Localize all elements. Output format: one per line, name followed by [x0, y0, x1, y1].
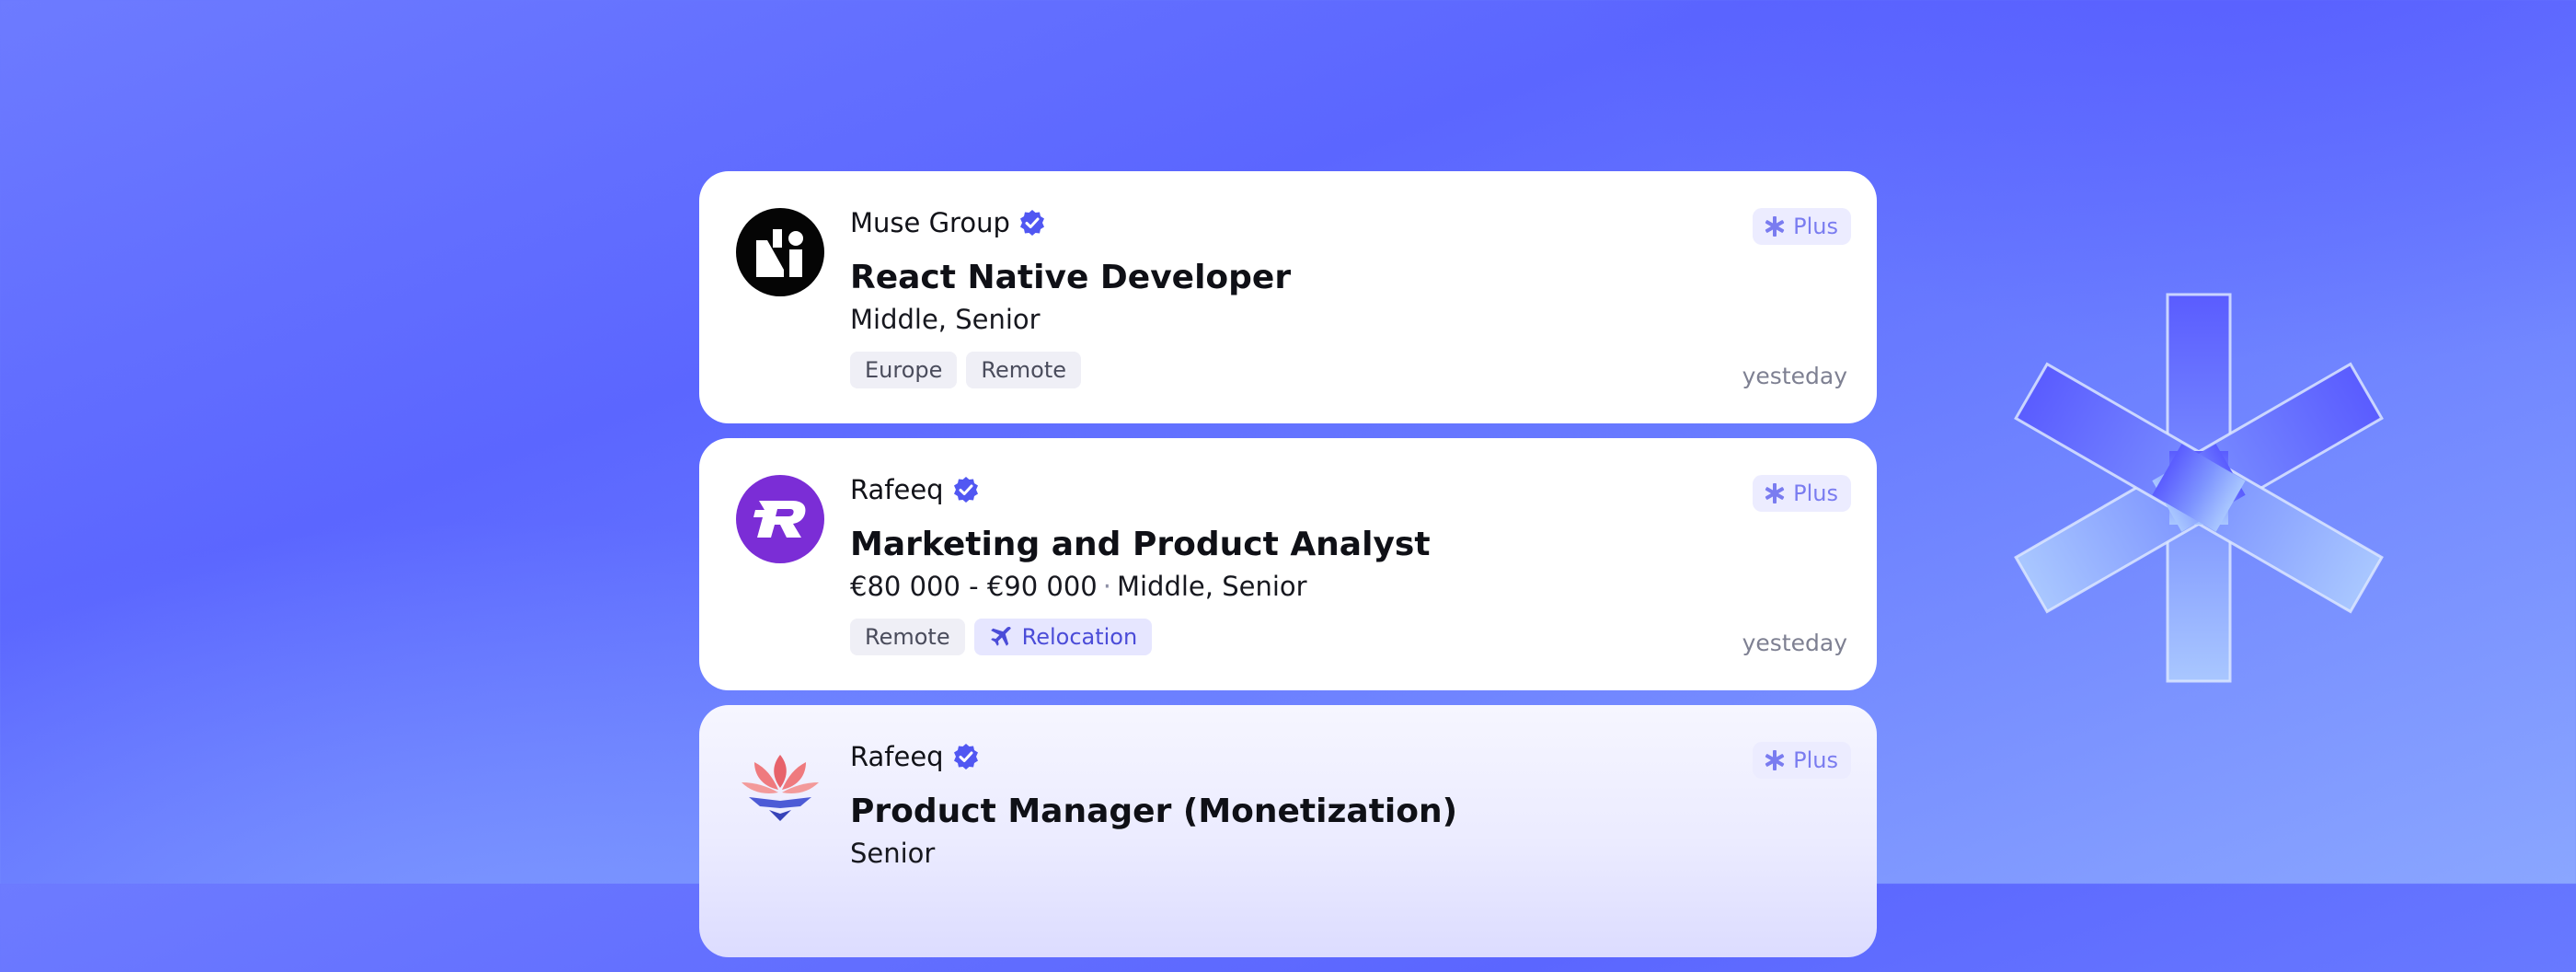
company-name[interactable]: Muse Group: [850, 209, 1010, 237]
relocation-tag-label: Relocation: [1021, 624, 1138, 650]
job-meta: Middle, Senior: [850, 304, 1041, 335]
job-card[interactable]: Rafeeq Product Manager (Monetization) Se…: [699, 705, 1877, 957]
tag: Remote: [966, 352, 1082, 388]
plus-star-icon: [1765, 483, 1785, 503]
job-meta: Senior: [850, 839, 935, 869]
lotus-logo: [736, 742, 824, 830]
plus-badge-label: Plus: [1793, 480, 1838, 506]
plus-star-icon: [1765, 750, 1785, 770]
company-row: Rafeeq: [850, 475, 981, 504]
plus-badge: Plus: [1753, 208, 1851, 245]
tag: Europe: [850, 352, 958, 388]
plus-badge: Plus: [1753, 475, 1851, 512]
job-card[interactable]: Muse Group React Native Developer Middle…: [699, 171, 1877, 423]
company-name[interactable]: Rafeeq: [850, 743, 944, 770]
posted-date: yesteday: [1742, 363, 1847, 389]
job-title[interactable]: Marketing and Product Analyst: [850, 526, 1431, 563]
rafeeq-logo: [736, 475, 824, 563]
relocation-tag: Relocation: [973, 619, 1153, 655]
job-levels: Middle, Senior: [850, 304, 1041, 335]
muse-group-logo: [736, 208, 824, 296]
job-levels: Senior: [850, 838, 936, 869]
asterisk-decoration-icon: [2014, 293, 2384, 683]
tag-list: Europe Remote: [850, 352, 1082, 388]
verified-badge-icon: [1019, 210, 1044, 236]
verified-badge-icon: [953, 744, 978, 770]
company-row: Muse Group: [850, 208, 1047, 237]
job-title[interactable]: Product Manager (Monetization): [850, 793, 1457, 830]
company-name[interactable]: Rafeeq: [850, 476, 944, 503]
meta-separator: ·: [1102, 571, 1111, 602]
plus-badge-label: Plus: [1793, 214, 1838, 239]
job-feed: Muse Group React Native Developer Middle…: [699, 171, 1877, 972]
plane-icon: [990, 627, 1011, 646]
plus-star-icon: [1765, 216, 1785, 237]
tag-list: Remote Relocation: [850, 619, 1153, 655]
job-meta: €80 000 - €90 000 · Middle, Senior: [850, 571, 1307, 602]
job-title[interactable]: React Native Developer: [850, 260, 1291, 296]
verified-badge-icon: [953, 477, 978, 503]
job-levels: Middle, Senior: [1116, 571, 1307, 602]
job-card[interactable]: Rafeeq Marketing and Product Analyst €80…: [699, 438, 1877, 690]
job-salary: €80 000 - €90 000: [850, 571, 1098, 602]
company-row: Rafeeq: [850, 742, 981, 771]
posted-date: yesteday: [1742, 630, 1847, 656]
plus-badge-label: Plus: [1793, 747, 1838, 773]
plus-badge: Plus: [1753, 742, 1851, 779]
tag: Remote: [850, 619, 965, 655]
